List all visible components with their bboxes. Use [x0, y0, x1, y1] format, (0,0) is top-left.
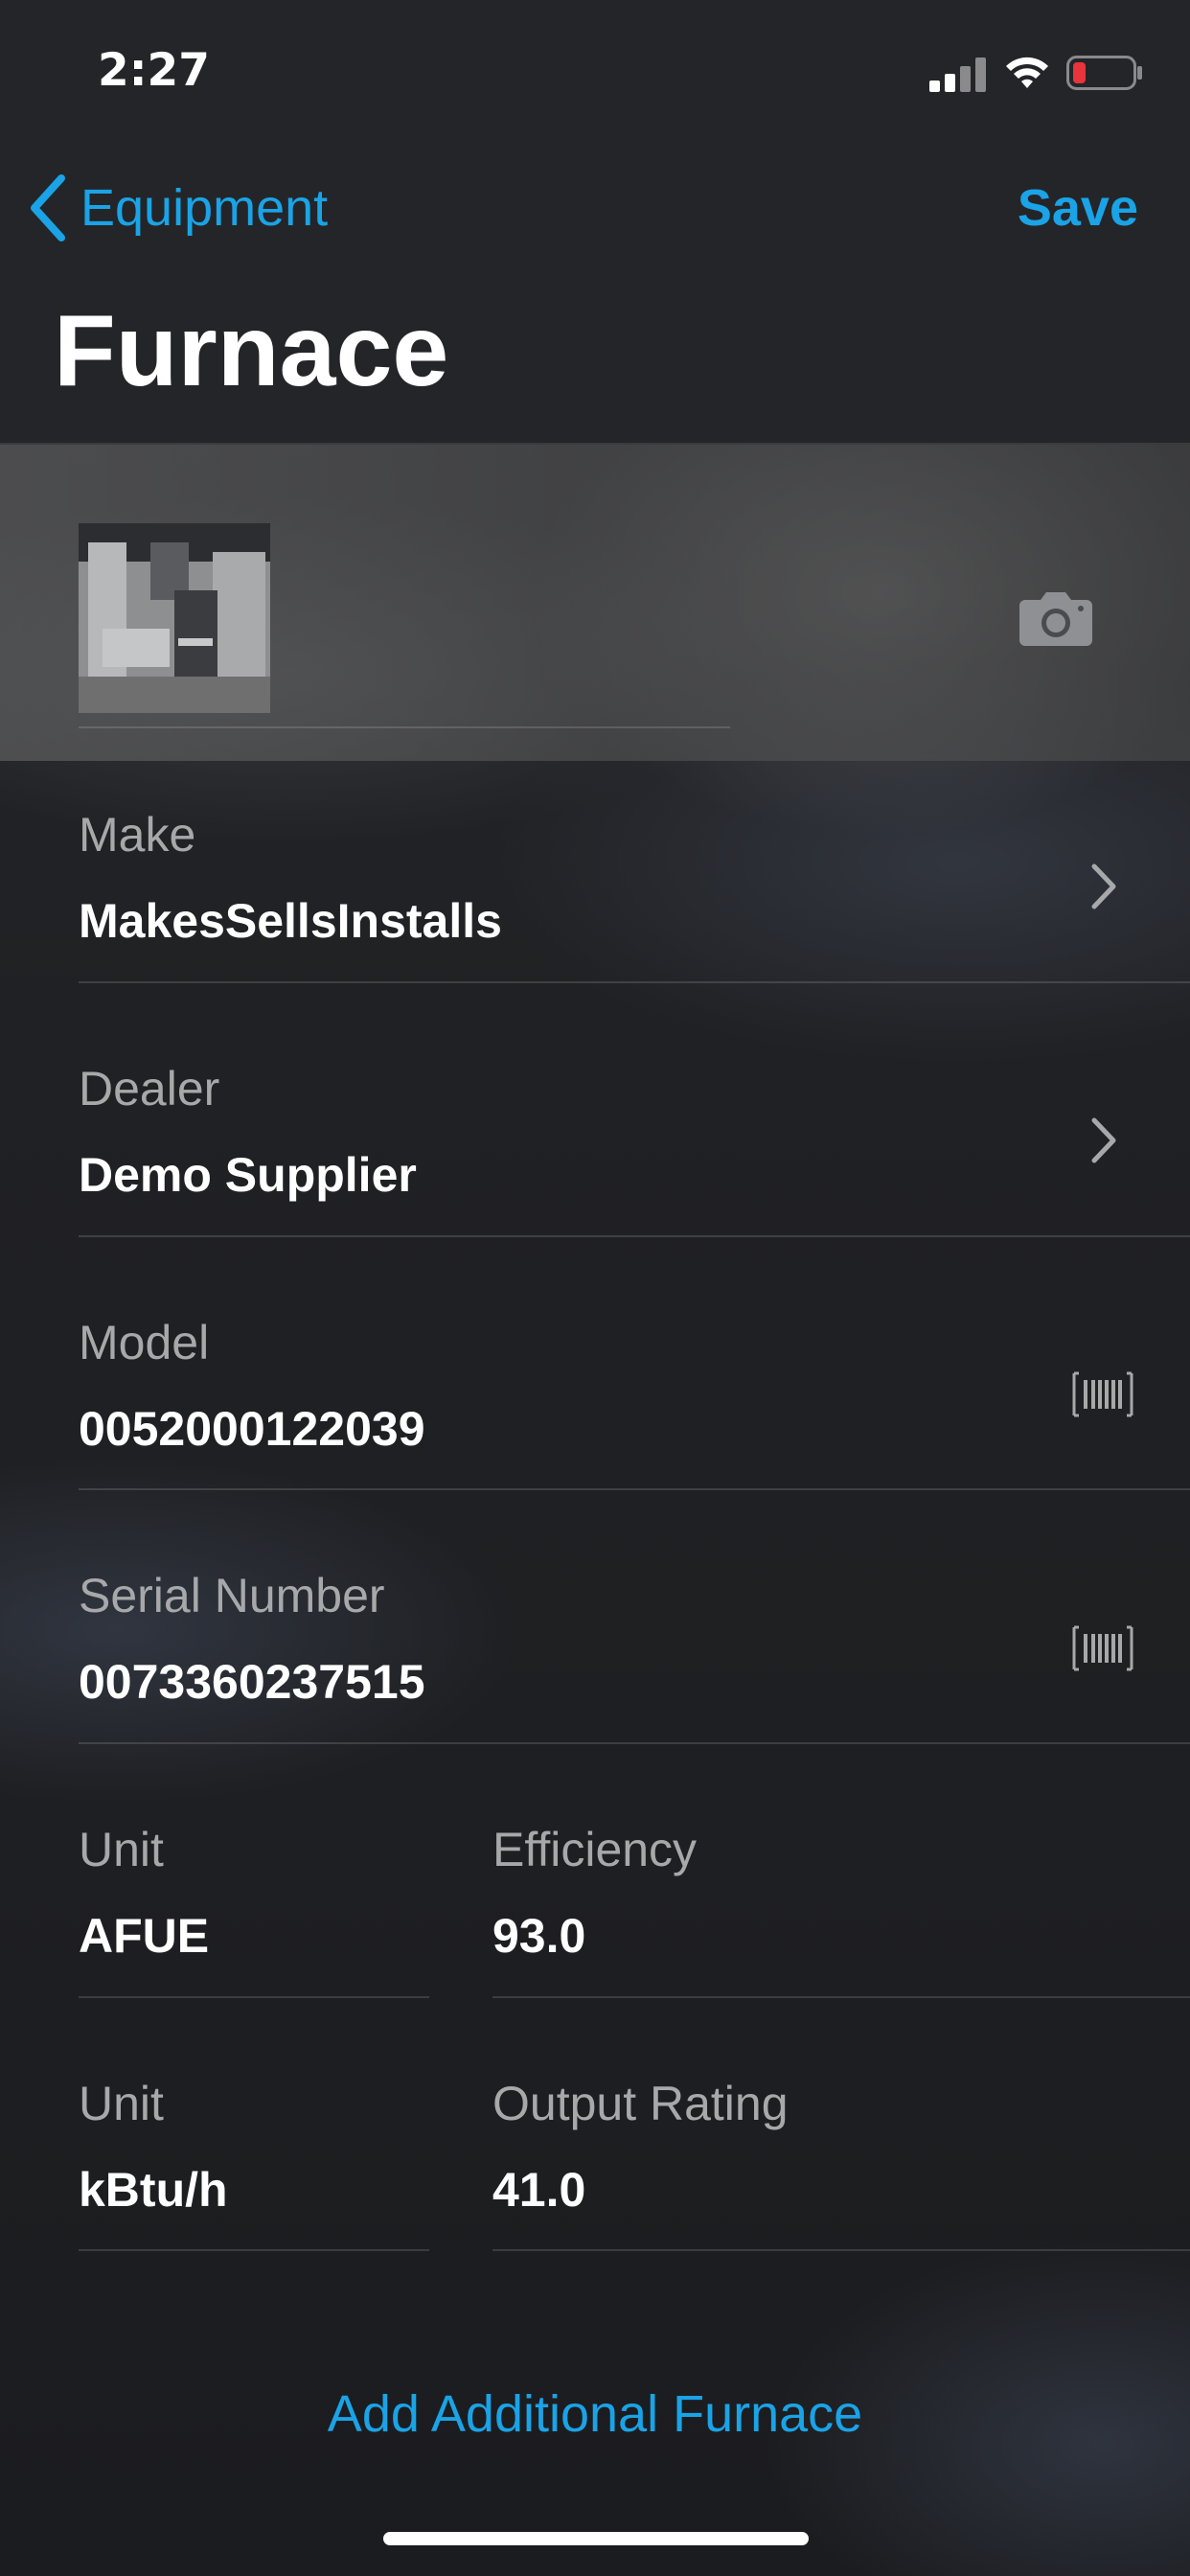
- equipment-photo-thumbnail[interactable]: [79, 523, 270, 713]
- efficiency-value[interactable]: 93.0: [492, 1908, 697, 1964]
- make-value: MakesSellsInstalls: [79, 894, 502, 948]
- make-row[interactable]: Make MakesSellsInstalls: [79, 807, 502, 949]
- output-unit-row[interactable]: Unit kBtu/h: [79, 2076, 228, 2218]
- divider: [79, 1742, 1190, 1744]
- output-unit-value: kBtu/h: [79, 2163, 228, 2217]
- divider: [79, 726, 730, 728]
- add-additional-furnace-button[interactable]: Add Additional Furnace: [0, 2384, 1190, 2444]
- status-bar: 2:27: [0, 0, 1190, 144]
- output-rating-value[interactable]: 41.0: [492, 2162, 789, 2218]
- page-title: Furnace: [54, 294, 449, 407]
- dealer-label: Dealer: [79, 1062, 220, 1116]
- barcode-icon[interactable]: [1071, 1370, 1134, 1418]
- furnace-photo-image: [79, 523, 270, 713]
- chevron-right-icon: [1091, 1117, 1116, 1163]
- serial-number-label: Serial Number: [79, 1569, 385, 1622]
- serial-number-value[interactable]: 0073360237515: [79, 1654, 425, 1710]
- wifi-icon: [1006, 57, 1048, 88]
- output-rating-label: Output Rating: [492, 2077, 789, 2130]
- output-unit-label: Unit: [79, 2077, 164, 2130]
- chevron-right-icon: [1091, 863, 1116, 909]
- chevron-left-icon: [31, 174, 65, 242]
- battery-icon: [1066, 56, 1142, 90]
- divider: [492, 1996, 1190, 1998]
- model-row[interactable]: Model 0052000122039: [79, 1315, 425, 1457]
- divider: [79, 1996, 429, 1998]
- efficiency-unit-row[interactable]: Unit AFUE: [79, 1822, 209, 1964]
- divider: [79, 1235, 1190, 1237]
- efficiency-unit-value: AFUE: [79, 1909, 210, 1963]
- model-label: Model: [79, 1316, 210, 1369]
- divider: [79, 2249, 429, 2251]
- output-rating-row[interactable]: Output Rating 41.0: [492, 2076, 789, 2218]
- divider: [79, 1488, 1190, 1490]
- back-label: Equipment: [80, 179, 329, 237]
- save-button[interactable]: Save: [1018, 178, 1138, 238]
- camera-icon[interactable]: [1018, 586, 1094, 648]
- make-label: Make: [79, 808, 196, 862]
- model-value[interactable]: 0052000122039: [79, 1401, 425, 1457]
- serial-number-row[interactable]: Serial Number 0073360237515: [79, 1568, 425, 1710]
- efficiency-label: Efficiency: [492, 1823, 698, 1876]
- signal-icon: [929, 56, 987, 92]
- divider: [79, 981, 1190, 983]
- home-indicator[interactable]: [383, 2532, 809, 2545]
- dealer-value: Demo Supplier: [79, 1148, 417, 1202]
- efficiency-unit-label: Unit: [79, 1823, 164, 1876]
- divider: [492, 2249, 1190, 2251]
- back-button[interactable]: Equipment: [27, 174, 328, 242]
- efficiency-row[interactable]: Efficiency 93.0: [492, 1822, 697, 1964]
- status-time: 2:27: [98, 44, 210, 97]
- barcode-icon[interactable]: [1071, 1624, 1134, 1672]
- dealer-row[interactable]: Dealer Demo Supplier: [79, 1061, 417, 1203]
